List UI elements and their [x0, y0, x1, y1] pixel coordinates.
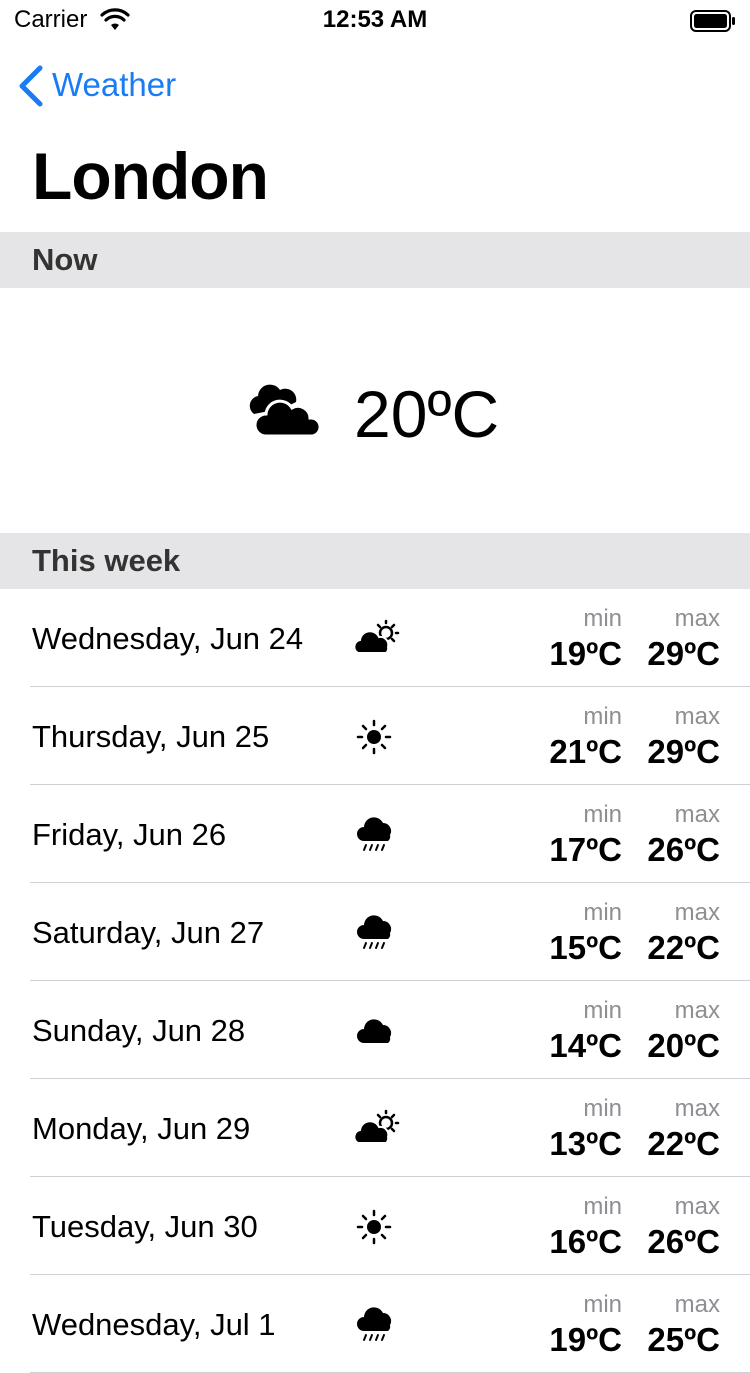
forecast-row[interactable]: Sunday, Jun 28 min max 14ºC 20ºC: [0, 981, 750, 1079]
forecast-row[interactable]: Wednesday, Jun 24 min max 19ºC 29ºC: [0, 589, 750, 687]
max-label: max: [674, 899, 720, 926]
partly-sunny-icon: [352, 1109, 402, 1149]
rain-icon: [352, 913, 402, 953]
day-label: Monday, Jun 29: [32, 1111, 251, 1146]
section-label-now: Now: [32, 242, 98, 277]
min-label: min: [583, 899, 622, 926]
forecast-row[interactable]: Tuesday, Jun 30 min max 16ºC 26ºC: [0, 1177, 750, 1275]
section-header-now: Now: [0, 232, 750, 288]
min-temperature: 16ºC: [549, 1223, 622, 1260]
max-label: max: [674, 1193, 720, 1220]
min-label: min: [583, 801, 622, 828]
min-temperature: 14ºC: [549, 1027, 622, 1064]
min-temperature: 13ºC: [549, 1125, 622, 1162]
min-label: min: [583, 605, 622, 632]
min-label: min: [583, 1193, 622, 1220]
rain-icon: [352, 815, 402, 855]
page-title: London: [32, 139, 269, 213]
min-label: min: [583, 1291, 622, 1318]
battery-icon: [690, 10, 736, 37]
current-temperature: 20ºC: [354, 377, 500, 451]
forecast-row[interactable]: Monday, Jun 29 min max 13ºC 22ºC: [0, 1079, 750, 1177]
day-label: Tuesday, Jun 30: [32, 1209, 258, 1244]
clock: 12:53 AM: [322, 6, 428, 33]
max-temperature: 22ºC: [647, 1125, 720, 1162]
max-label: max: [674, 801, 720, 828]
max-label: max: [674, 1291, 720, 1318]
min-temperature: 19ºC: [549, 1321, 622, 1358]
back-button[interactable]: Weather: [0, 60, 300, 110]
max-temperature: 26ºC: [647, 1223, 720, 1260]
section-label-week: This week: [32, 543, 181, 578]
day-label: Thursday, Jun 25: [32, 719, 270, 754]
max-label: max: [674, 703, 720, 730]
day-label: Saturday, Jun 27: [32, 915, 265, 950]
min-temperature: 21ºC: [549, 733, 622, 770]
section-header-week: This week: [0, 533, 750, 589]
forecast-row[interactable]: Friday, Jun 26 min max 17ºC 26ºC: [0, 785, 750, 883]
sun-icon: [352, 717, 402, 757]
back-label: Weather: [52, 66, 177, 103]
max-temperature: 25ºC: [647, 1321, 720, 1358]
min-temperature: 19ºC: [549, 635, 622, 672]
forecast-list: Wednesday, Jun 24 min max 19ºC 29ºC Thur…: [0, 589, 750, 1373]
min-label: min: [583, 997, 622, 1024]
forecast-row[interactable]: Saturday, Jun 27 min max 15ºC 22ºC: [0, 883, 750, 981]
max-temperature: 26ºC: [647, 831, 720, 868]
max-label: max: [674, 605, 720, 632]
cloud-icon: [352, 1011, 402, 1051]
min-label: min: [583, 703, 622, 730]
cloudy-icon: [244, 380, 324, 445]
max-label: max: [674, 1095, 720, 1122]
day-label: Wednesday, Jun 24: [32, 621, 304, 656]
rain-icon: [352, 1305, 402, 1345]
max-temperature: 22ºC: [647, 929, 720, 966]
status-bar: Carrier 12:53 AM: [0, 0, 750, 40]
max-label: max: [674, 997, 720, 1024]
forecast-row[interactable]: Wednesday, Jul 1 min max 19ºC 25ºC: [0, 1275, 750, 1373]
chevron-left-icon: [16, 64, 44, 113]
day-label: Sunday, Jun 28: [32, 1013, 246, 1048]
forecast-row[interactable]: Thursday, Jun 25 min max 21ºC 29ºC: [0, 687, 750, 785]
max-temperature: 29ºC: [647, 733, 720, 770]
sun-icon: [352, 1207, 402, 1247]
day-label: Friday, Jun 26: [32, 817, 227, 852]
min-temperature: 17ºC: [549, 831, 622, 868]
partly-sunny-icon: [352, 619, 402, 659]
min-label: min: [583, 1095, 622, 1122]
max-temperature: 20ºC: [647, 1027, 720, 1064]
max-temperature: 29ºC: [647, 635, 720, 672]
min-temperature: 15ºC: [549, 929, 622, 966]
day-label: Wednesday, Jul 1: [32, 1307, 276, 1342]
